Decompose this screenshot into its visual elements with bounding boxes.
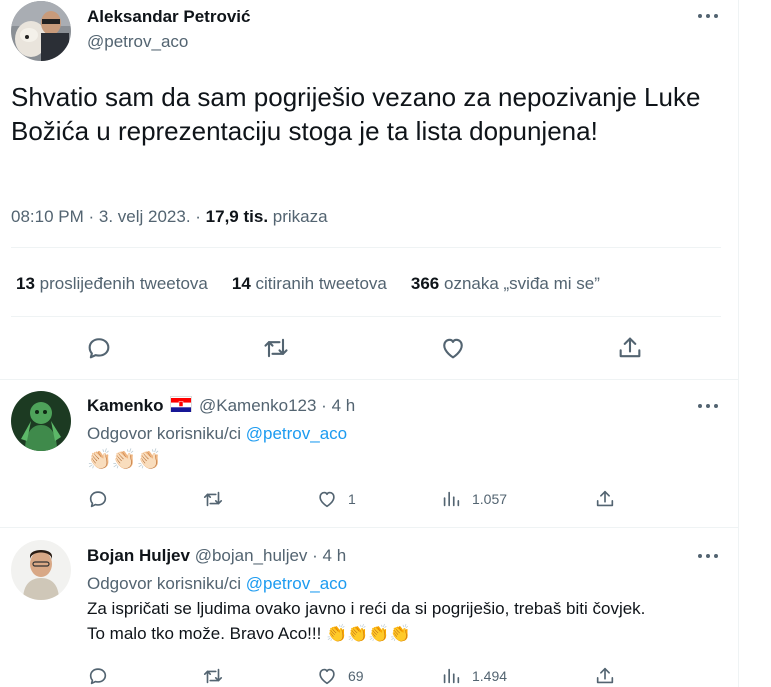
retweets-label: proslijeđenih tweetova — [39, 274, 208, 293]
reply-time[interactable]: 4 h — [323, 546, 347, 565]
more-icon[interactable] — [694, 396, 722, 416]
retweets-stat[interactable]: 13 proslijeđenih tweetova — [16, 274, 208, 294]
share-button[interactable] — [594, 665, 616, 687]
engagement-stats: 13 proslijeđenih tweetova 14 citiranih t… — [16, 274, 600, 294]
like-icon[interactable] — [439, 334, 467, 362]
reply-author-name[interactable]: Kamenko — [87, 396, 164, 415]
reply-emoji-text: 👏🏻👏🏻👏🏻 — [87, 449, 162, 471]
share-icon[interactable] — [616, 334, 644, 362]
likes-stat[interactable]: 366 oznaka „sviđa mi se” — [411, 274, 600, 294]
retweet-button[interactable] — [202, 488, 224, 510]
like-button[interactable]: 69 — [316, 665, 364, 687]
tweet-time[interactable]: 08:10 PM — [11, 207, 84, 226]
views-icon — [443, 668, 460, 684]
reply-to-mention[interactable]: @petrov_aco — [246, 424, 347, 443]
reply-icon — [89, 668, 107, 685]
views-count: 17,9 tis. — [205, 207, 269, 226]
croatia-flag-icon — [170, 396, 193, 412]
like-icon — [319, 491, 335, 508]
reply-header: Bojan Huljev @bojan_huljev · 4 h — [87, 546, 347, 565]
reply-time[interactable]: 4 h — [332, 396, 356, 415]
reply-header: Kamenko @Kamenko123 · 4 h — [87, 396, 356, 415]
reply-author-handle[interactable]: @Kamenko123 — [199, 396, 316, 415]
quotes-count: 14 — [231, 274, 251, 293]
divider — [0, 527, 738, 528]
retweet-button[interactable] — [202, 665, 224, 687]
column-border — [738, 0, 739, 687]
views-icon — [443, 491, 460, 507]
reply-to: Odgovor korisniku/ci @petrov_aco — [87, 424, 347, 444]
share-icon — [596, 667, 614, 684]
views-button[interactable]: 1.057 — [440, 488, 507, 510]
tweet-date[interactable]: 3. velj 2023. — [99, 207, 191, 226]
reply-avatar[interactable] — [11, 540, 71, 600]
tweet-meta: 08:10 PM · 3. velj 2023. · 17,9 tis. pri… — [11, 207, 328, 226]
like-count: 69 — [348, 668, 364, 684]
views-count: 1.494 — [472, 668, 508, 684]
tweet-text: Shvatio sam da sam pogriješio vezano za … — [11, 82, 701, 146]
views-button[interactable]: 1.494 — [440, 665, 507, 687]
more-icon[interactable] — [694, 6, 722, 26]
like-count: 1 — [348, 491, 356, 507]
retweets-count: 13 — [16, 274, 35, 293]
divider — [11, 316, 721, 317]
divider — [11, 247, 721, 248]
reply-to-mention[interactable]: @petrov_aco — [246, 574, 347, 593]
reply-button[interactable] — [87, 488, 109, 510]
share-button[interactable] — [594, 488, 616, 510]
reply-icon — [89, 491, 107, 508]
reply-author-name[interactable]: Bojan Huljev — [87, 546, 190, 565]
reply-to: Odgovor korisniku/ci @petrov_aco — [87, 574, 347, 594]
reply-text: Za ispričati se ljudima ovako javno i re… — [87, 596, 727, 646]
retweet-icon[interactable] — [262, 334, 290, 362]
quotes-label: citiranih tweetova — [255, 274, 387, 293]
retweet-icon — [203, 668, 223, 684]
reply-to-label: Odgovor korisniku/ci — [87, 574, 242, 593]
reply-to-label: Odgovor korisniku/ci — [87, 424, 242, 443]
reply-text: 👏🏻👏🏻👏🏻 — [87, 448, 727, 473]
reply-icon[interactable] — [85, 334, 113, 362]
divider — [0, 379, 738, 380]
reply-text-line: To malo tko može. Bravo Aco!!! 👏👏👏👏 — [87, 624, 411, 643]
reply-button[interactable] — [87, 665, 109, 687]
more-icon[interactable] — [694, 546, 722, 566]
reply-author-handle[interactable]: @bojan_huljev — [195, 546, 308, 565]
reply-avatar[interactable] — [11, 391, 71, 451]
views-count: 1.057 — [472, 491, 508, 507]
author-name[interactable]: Aleksandar Petrović — [87, 7, 250, 27]
share-icon — [596, 490, 614, 507]
author-handle[interactable]: @petrov_aco — [87, 32, 188, 52]
likes-label: oznaka „sviđa mi se” — [443, 274, 600, 293]
quotes-stat[interactable]: 14 citiranih tweetova — [232, 274, 387, 294]
views-label: prikaza — [272, 207, 328, 226]
likes-count: 366 — [410, 274, 440, 293]
reply-text-line: Za ispričati se ljudima ovako javno i re… — [87, 599, 646, 618]
like-button[interactable]: 1 — [316, 488, 356, 510]
author-avatar[interactable] — [11, 1, 71, 61]
like-icon — [319, 668, 335, 685]
retweet-icon — [203, 491, 223, 507]
